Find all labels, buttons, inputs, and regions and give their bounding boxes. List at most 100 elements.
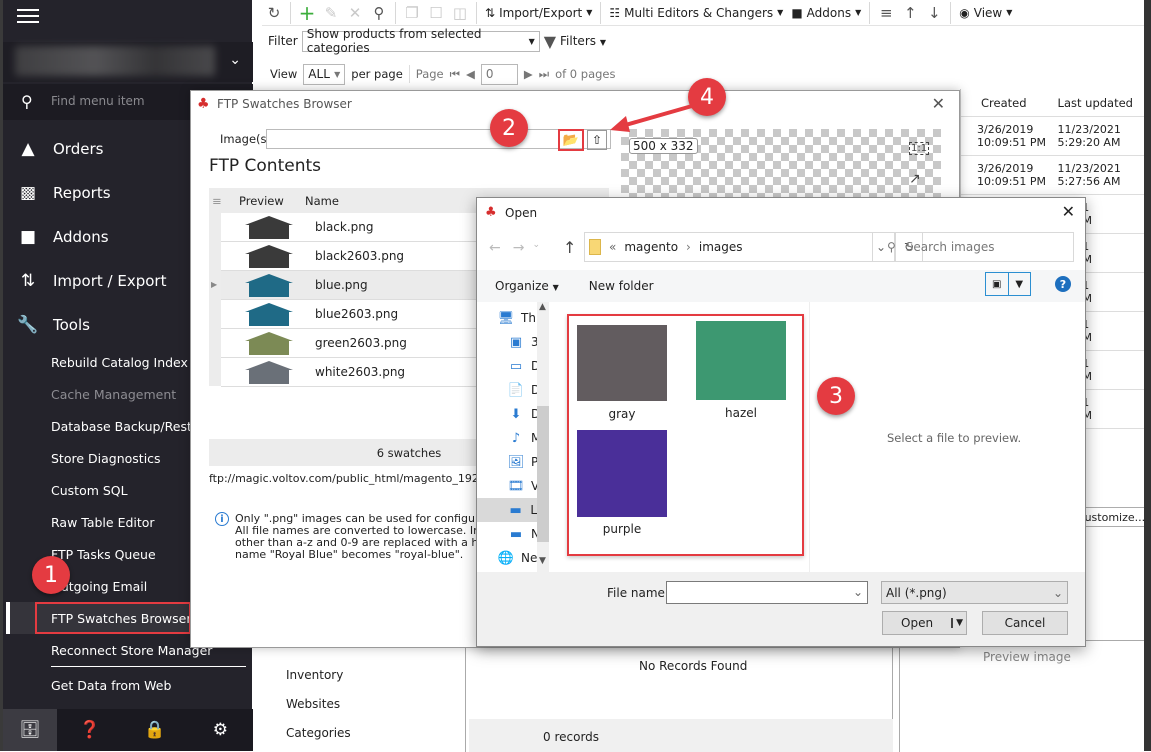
close-icon[interactable]: ✕ bbox=[932, 94, 945, 113]
chevron-down-icon[interactable]: ⌄ bbox=[853, 585, 863, 599]
duplicate-icon[interactable]: ◫ bbox=[448, 4, 472, 22]
nav-scrollbar-thumb[interactable] bbox=[537, 406, 549, 542]
open-external-icon[interactable]: ↗ bbox=[909, 171, 921, 187]
basket-icon: ▲ bbox=[21, 139, 35, 159]
page-input[interactable]: 0 bbox=[480, 63, 518, 85]
window-edge bbox=[1144, 0, 1151, 751]
funnel-icon: ▼ bbox=[543, 31, 557, 51]
nav-item[interactable]: ▭ D bbox=[507, 354, 540, 378]
filters-button[interactable]: Filters ▼ bbox=[560, 34, 606, 48]
organize-menu[interactable]: Organize ▼ bbox=[495, 279, 559, 293]
next-page-icon[interactable]: ▶ bbox=[524, 67, 533, 81]
actual-size-icon[interactable]: 1:1 bbox=[909, 142, 930, 155]
lock-icon[interactable]: 🔒 bbox=[122, 709, 187, 751]
gear-icon[interactable]: ⚙ bbox=[188, 709, 253, 751]
import-export-menu[interactable]: ⇅ Import/Export ▼ bbox=[481, 6, 596, 20]
breadcrumb-images[interactable]: images bbox=[699, 240, 743, 254]
nav-item[interactable]: 🌐 Ne bbox=[497, 546, 537, 570]
edit-icon[interactable]: ✎ bbox=[319, 4, 343, 22]
open-button[interactable]: Open ▼ bbox=[882, 611, 967, 635]
tab-websites[interactable]: Websites bbox=[286, 697, 340, 711]
grid-row[interactable]: 3/26/2019 10:09:51 PM 11/23/2021 5:27:56 … bbox=[961, 156, 1151, 195]
sort-alpha-icon[interactable]: ≡ bbox=[874, 4, 898, 22]
nav-item[interactable]: 🎞 V bbox=[507, 474, 539, 498]
recent-chevron-icon[interactable]: ⌄ bbox=[532, 240, 540, 256]
address-bar[interactable]: « magento › images ⌄ bbox=[584, 232, 895, 262]
per-page-select[interactable]: ALL ▼ bbox=[303, 63, 346, 85]
sort-down-icon[interactable]: ↓ bbox=[922, 4, 946, 22]
caret-down-icon: ▼ bbox=[1007, 273, 1031, 295]
menu-rebuild-catalog-index[interactable]: Rebuild Catalog Index bbox=[51, 355, 188, 370]
store-icon[interactable]: 🗄 bbox=[3, 709, 57, 751]
menu-get-data-from-web[interactable]: Get Data from Web bbox=[51, 678, 171, 693]
sort-up-icon[interactable]: ↑ bbox=[898, 4, 922, 22]
file-hazel[interactable]: hazel bbox=[696, 321, 786, 420]
cancel-button[interactable]: Cancel bbox=[982, 611, 1068, 635]
forward-icon[interactable]: → bbox=[513, 240, 525, 256]
info-icon: i bbox=[215, 512, 229, 526]
downloads-icon: ⬇ bbox=[510, 406, 522, 422]
view-menu[interactable]: ◉ View ▼ bbox=[955, 6, 1016, 20]
nav-item[interactable]: ▬ L bbox=[477, 498, 537, 522]
browse-folder-button[interactable]: 📂 bbox=[558, 129, 584, 151]
change-view-button[interactable]: ▣ ▼ bbox=[985, 272, 1031, 296]
scroll-up-icon[interactable]: ▲ bbox=[539, 302, 546, 312]
customize-button[interactable]: Customize... bbox=[1077, 507, 1145, 527]
menu-cache-management[interactable]: Cache Management bbox=[51, 387, 176, 402]
scroll-down-icon[interactable]: ▼ bbox=[539, 556, 546, 566]
nav-item[interactable]: ▣ 3 bbox=[507, 330, 539, 354]
multi-editors-menu[interactable]: ☷ Multi Editors & Changers ▼ bbox=[605, 6, 787, 20]
help-icon[interactable]: ? bbox=[1055, 276, 1071, 292]
addons-menu[interactable]: ■ Addons ▼ bbox=[787, 6, 865, 20]
search-images-input[interactable]: ⚲ Search images bbox=[872, 232, 1074, 262]
menu-ftp-tasks-queue[interactable]: FTP Tasks Queue bbox=[51, 547, 156, 562]
paste-icon[interactable]: ☐ bbox=[424, 4, 448, 22]
file-name-input[interactable]: ⌄ bbox=[666, 581, 868, 604]
column-preview[interactable]: Preview bbox=[239, 194, 305, 208]
column-created[interactable]: Created bbox=[961, 96, 1058, 110]
pagination-row: View ALL ▼ per page Page ⏮ ◀ 0 ▶ ⏭ of 0 p… bbox=[270, 63, 616, 85]
menu-custom-sql[interactable]: Custom SQL bbox=[51, 483, 128, 498]
hamburger-menu-icon[interactable] bbox=[17, 6, 39, 24]
store-selector[interactable]: ⌄ bbox=[3, 42, 253, 82]
grid-row[interactable]: 3/26/2019 10:09:51 PM 11/23/2021 5:29:20 … bbox=[961, 117, 1151, 156]
menu-store-diagnostics[interactable]: Store Diagnostics bbox=[51, 451, 161, 466]
column-chooser-icon[interactable]: ≡ bbox=[209, 194, 239, 208]
nav-item[interactable]: ▬ N bbox=[507, 522, 540, 546]
first-page-icon[interactable]: ⏮ bbox=[450, 67, 460, 82]
column-last-updated[interactable]: Last updated bbox=[1058, 96, 1151, 110]
nav-item[interactable]: 🖥 Th bbox=[497, 306, 536, 330]
filter-select[interactable]: Show products from selected categories ▼ bbox=[301, 27, 540, 55]
last-page-icon[interactable]: ⏭ bbox=[539, 67, 549, 82]
nav-item[interactable]: 📄 D bbox=[507, 378, 540, 402]
file-gray[interactable]: gray bbox=[577, 325, 667, 421]
nav-item[interactable]: 🖼 P bbox=[507, 450, 539, 474]
open-file-dialog: ♣ Open ✕ ← → ⌄ ↑ « magento › images ⌄ ↻ … bbox=[476, 197, 1086, 647]
menu-database-backup[interactable]: Database Backup/Restore bbox=[51, 419, 212, 434]
caret-down-icon[interactable]: ▼ bbox=[951, 618, 966, 628]
file-purple[interactable]: purple bbox=[577, 430, 667, 536]
breadcrumb-magento[interactable]: magento bbox=[624, 240, 678, 254]
new-folder-button[interactable]: New folder bbox=[589, 279, 654, 293]
menu-raw-table-editor[interactable]: Raw Table Editor bbox=[51, 515, 155, 530]
add-icon[interactable]: + bbox=[295, 1, 319, 25]
delete-icon[interactable]: ✕ bbox=[343, 4, 367, 22]
prev-page-icon[interactable]: ◀ bbox=[466, 67, 475, 81]
close-icon[interactable]: ✕ bbox=[1062, 202, 1075, 221]
multi-editor-icon: ☷ bbox=[609, 5, 621, 20]
file-name: green2603.png bbox=[315, 336, 407, 350]
menu-reconnect-store-manager[interactable]: Reconnect Store Manager bbox=[51, 643, 212, 658]
up-folder-icon[interactable]: ↑ bbox=[563, 238, 576, 257]
nav-item[interactable]: ⬇ D bbox=[507, 402, 541, 426]
tab-categories[interactable]: Categories bbox=[286, 726, 351, 740]
file-type-select[interactable]: All (*.png) ⌄ bbox=[881, 581, 1068, 604]
help-icon[interactable]: ❓ bbox=[57, 709, 122, 751]
back-icon[interactable]: ← bbox=[489, 240, 501, 256]
column-name[interactable]: Name bbox=[305, 194, 339, 208]
tab-inventory[interactable]: Inventory bbox=[286, 668, 343, 682]
tent-preview-thumbnail bbox=[235, 214, 303, 241]
search-icon[interactable]: ⚲ bbox=[367, 4, 391, 22]
bottom-panels: Inventory Websites Categories No Records… bbox=[262, 640, 1144, 752]
copy-icon[interactable]: ❐ bbox=[400, 4, 424, 22]
refresh-icon[interactable]: ↻ bbox=[262, 4, 286, 22]
